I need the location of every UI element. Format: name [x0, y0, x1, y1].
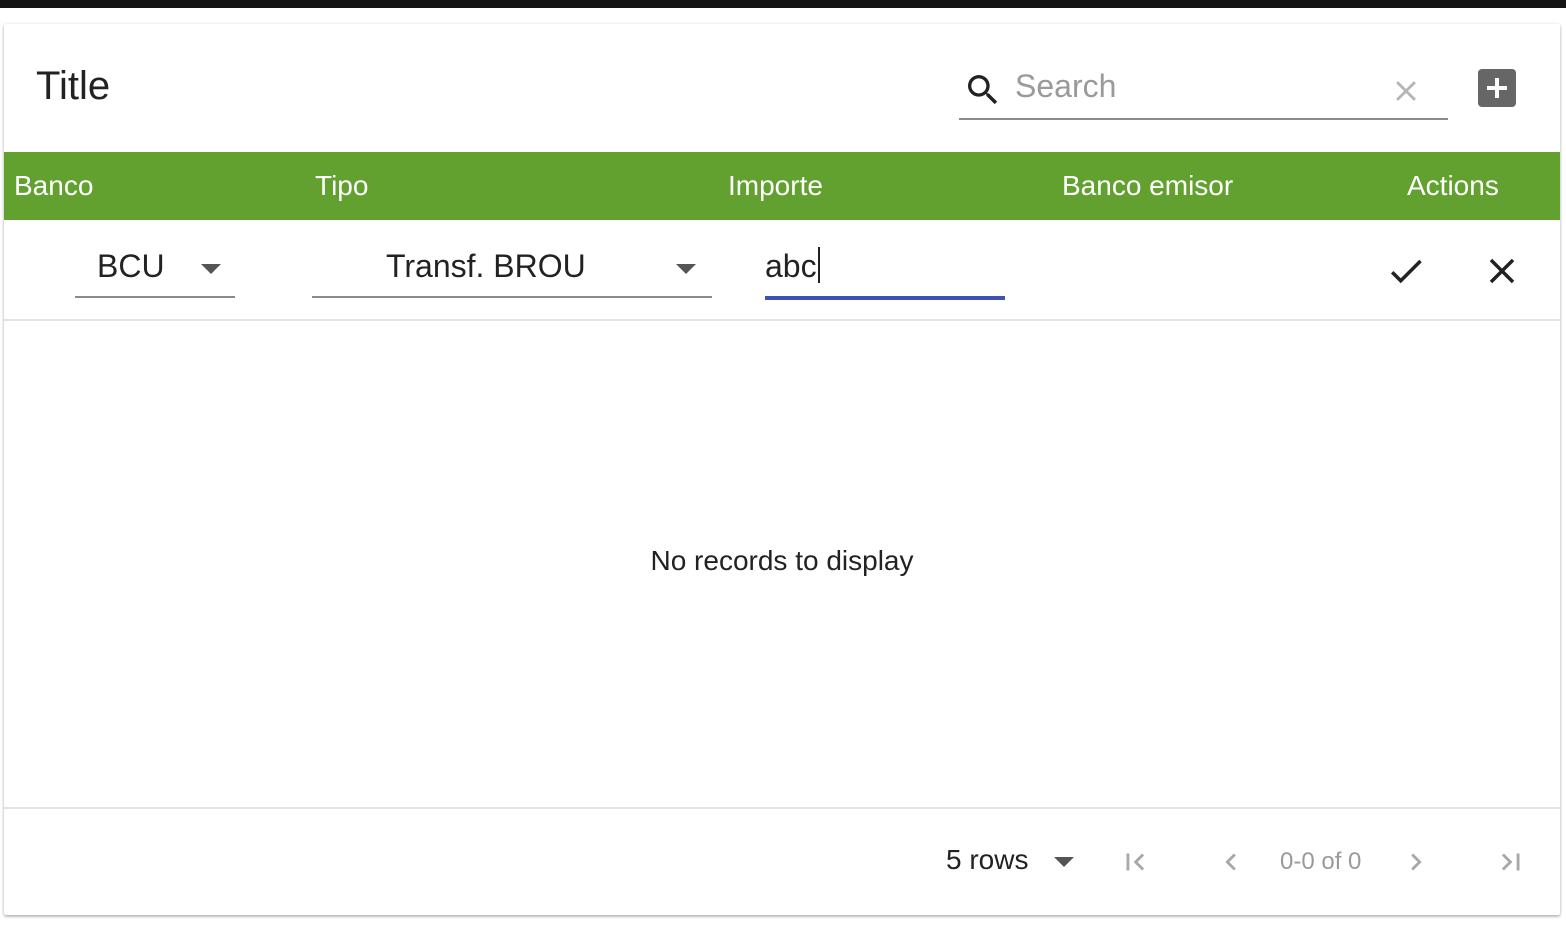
- table-header: Banco Tipo Importe Banco emisor Actions: [4, 152, 1560, 220]
- empty-message: No records to display: [650, 545, 914, 576]
- first-page-icon[interactable]: [1118, 845, 1152, 879]
- edit-row: BCU Transf. BROU abc: [4, 220, 1560, 321]
- search-input[interactable]: [1015, 64, 1375, 108]
- column-header-banco-emisor[interactable]: Banco emisor: [1062, 170, 1233, 202]
- column-header-importe[interactable]: Importe: [728, 170, 823, 202]
- importe-input[interactable]: abc: [765, 220, 1005, 300]
- chevron-left-icon[interactable]: [1214, 845, 1248, 879]
- add-box-icon: [1487, 78, 1507, 98]
- pagination-footer: 5 rows 0-0 of 0: [4, 807, 1560, 917]
- importe-input-value: abc: [765, 248, 817, 284]
- banco-select[interactable]: BCU: [75, 220, 235, 298]
- rows-per-page-select[interactable]: 5 rows: [946, 843, 1028, 877]
- check-icon[interactable]: [1385, 250, 1427, 292]
- text-cursor: [817, 247, 820, 283]
- chevron-right-icon[interactable]: [1399, 845, 1433, 879]
- arrow-drop-down-icon: [201, 264, 221, 274]
- close-icon[interactable]: [1481, 250, 1523, 292]
- data-table-card: Title Banco Tipo Importe Banco emisor Ac…: [4, 24, 1560, 915]
- pagination-range: 0-0 of 0: [1280, 848, 1362, 875]
- column-header-tipo[interactable]: Tipo: [315, 170, 368, 202]
- close-icon[interactable]: [1389, 74, 1423, 108]
- search-icon: [968, 75, 998, 105]
- tipo-select-value: Transf. BROU: [386, 248, 586, 284]
- tipo-select[interactable]: Transf. BROU: [312, 220, 712, 298]
- window-top-bar: [0, 0, 1566, 8]
- add-row-button[interactable]: [1478, 69, 1516, 107]
- search-field[interactable]: [959, 64, 1448, 120]
- arrow-drop-down-icon[interactable]: [1054, 857, 1074, 867]
- column-header-actions: Actions: [1407, 170, 1499, 201]
- column-header-banco[interactable]: Banco: [14, 170, 93, 202]
- arrow-drop-down-icon: [676, 264, 696, 274]
- banco-select-value: BCU: [97, 248, 165, 284]
- last-page-icon[interactable]: [1494, 845, 1528, 879]
- table-title: Title: [36, 64, 111, 108]
- importe-input-text: abc: [765, 246, 820, 286]
